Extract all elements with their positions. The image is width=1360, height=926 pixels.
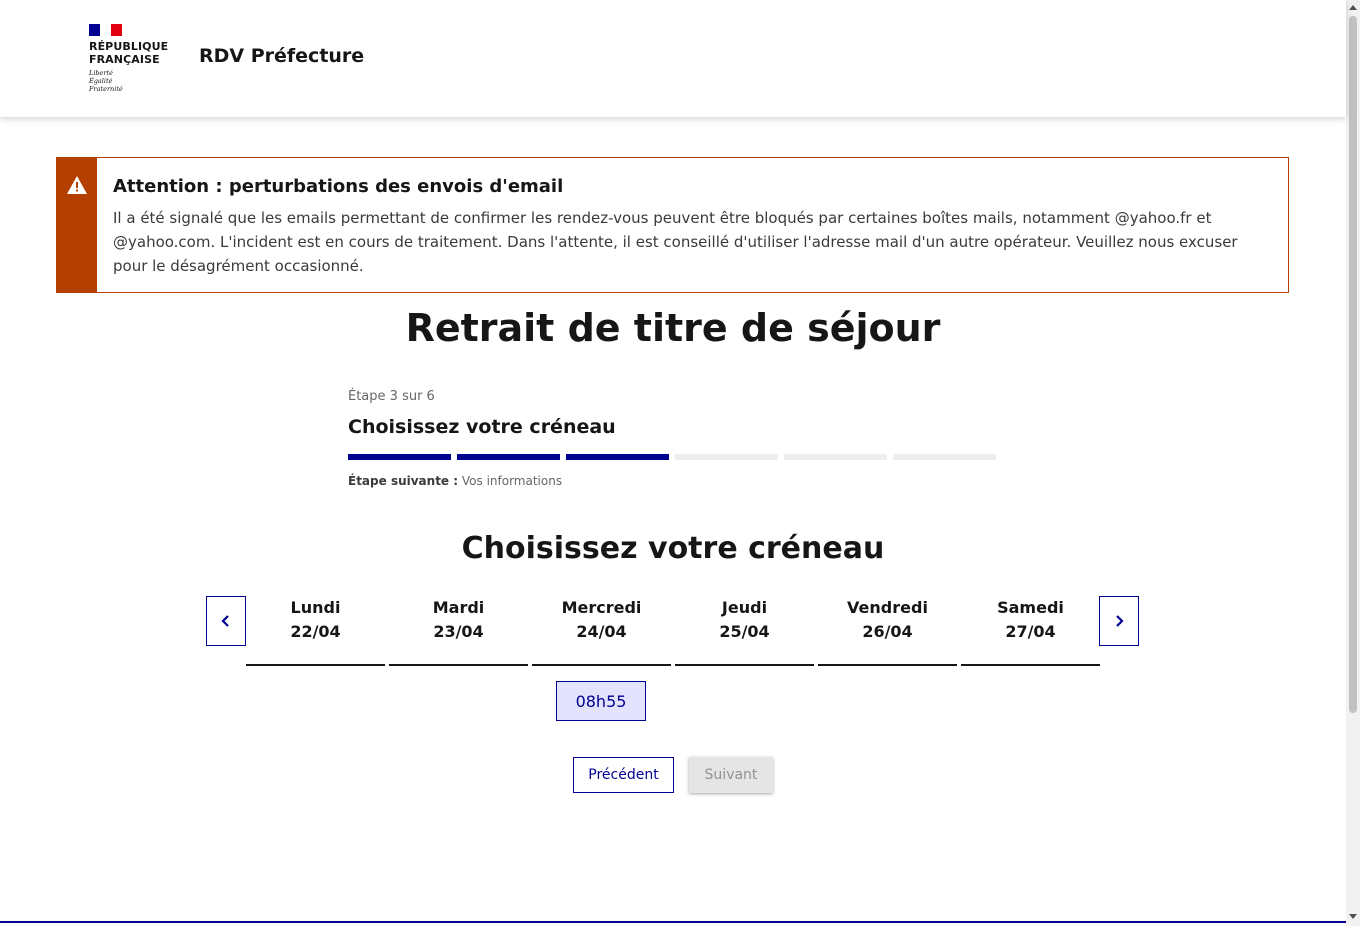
previous-button[interactable]: Précédent bbox=[573, 757, 674, 793]
day-date: 22/04 bbox=[290, 622, 341, 641]
day-date: 26/04 bbox=[862, 622, 913, 641]
motto-liberte: Liberté bbox=[89, 69, 113, 77]
progress-segment-pending bbox=[675, 454, 778, 460]
site-header: République Française Liberté Égalité Fra… bbox=[0, 0, 1346, 117]
logo-motto: Liberté Égalité Fraternité bbox=[89, 69, 179, 93]
page-title: Retrait de titre de séjour bbox=[405, 306, 941, 350]
progress-segment-complete bbox=[348, 454, 451, 460]
alert-accent-bar bbox=[57, 158, 97, 292]
day-name: Jeudi bbox=[721, 598, 768, 617]
republique-francaise-logo[interactable]: République Française Liberté Égalité Fra… bbox=[89, 24, 179, 93]
day-column: Lundi 22/04 bbox=[246, 596, 385, 666]
vertical-scrollbar[interactable] bbox=[1346, 0, 1360, 926]
next-step-value: Vos informations bbox=[461, 474, 563, 488]
alert-title: Attention : perturbations des envois d'e… bbox=[113, 176, 564, 197]
stepper-progress bbox=[348, 454, 996, 460]
progress-segment-complete bbox=[566, 454, 669, 460]
day-name: Mercredi bbox=[561, 598, 642, 617]
scroll-down-arrow-icon[interactable] bbox=[1349, 914, 1357, 919]
logo-title: République Française bbox=[89, 40, 179, 66]
service-name[interactable]: RDV Préfecture bbox=[199, 45, 364, 67]
next-days-button[interactable] bbox=[1099, 596, 1139, 646]
scroll-thumb[interactable] bbox=[1349, 16, 1357, 713]
day-name: Vendredi bbox=[847, 598, 928, 617]
next-step-info: Étape suivante : Vos informations bbox=[348, 474, 562, 488]
time-slot-button[interactable]: 08h55 bbox=[556, 681, 646, 721]
day-date: 24/04 bbox=[576, 622, 627, 641]
previous-days-button[interactable] bbox=[206, 596, 246, 646]
motto-egalite: Égalité bbox=[89, 77, 113, 85]
email-disruption-alert: Attention : perturbations des envois d'e… bbox=[56, 157, 1289, 293]
scroll-up-arrow-icon[interactable] bbox=[1349, 5, 1357, 10]
chevron-right-icon bbox=[1116, 615, 1124, 627]
next-button[interactable]: Suivant bbox=[689, 757, 773, 793]
warning-icon bbox=[67, 176, 87, 194]
day-name: Lundi bbox=[290, 598, 341, 617]
progress-segment-pending bbox=[784, 454, 887, 460]
logo-title-line2: Française bbox=[89, 53, 160, 66]
chevron-left-icon bbox=[221, 615, 229, 627]
day-name: Mardi bbox=[432, 598, 485, 617]
day-column: Mercredi 24/04 bbox=[532, 596, 671, 666]
day-date: 25/04 bbox=[719, 622, 770, 641]
day-column: Vendredi 26/04 bbox=[818, 596, 957, 666]
day-column: Mardi 23/04 bbox=[389, 596, 528, 666]
day-date: 27/04 bbox=[1005, 622, 1056, 641]
day-date: 23/04 bbox=[433, 622, 484, 641]
day-column: Jeudi 25/04 bbox=[675, 596, 814, 666]
alert-text: Il a été signalé que les emails permetta… bbox=[113, 209, 1238, 275]
step-count: Étape 3 sur 6 bbox=[348, 389, 435, 404]
next-step-label: Étape suivante : bbox=[348, 474, 459, 488]
logo-title-line1: République bbox=[89, 40, 169, 53]
progress-segment-pending bbox=[893, 454, 996, 460]
day-columns: Lundi 22/04 Mardi 23/04 Mercredi 24/04 J… bbox=[246, 596, 1100, 666]
day-column: Samedi 27/04 bbox=[961, 596, 1100, 666]
progress-segment-complete bbox=[457, 454, 560, 460]
step-title: Choisissez votre créneau bbox=[348, 416, 616, 438]
day-name: Samedi bbox=[997, 598, 1064, 617]
marianne-flag-icon bbox=[89, 24, 122, 36]
footer-border bbox=[0, 921, 1346, 923]
slot-section-title: Choisissez votre créneau bbox=[461, 531, 885, 566]
motto-fraternite: Fraternité bbox=[89, 85, 123, 93]
